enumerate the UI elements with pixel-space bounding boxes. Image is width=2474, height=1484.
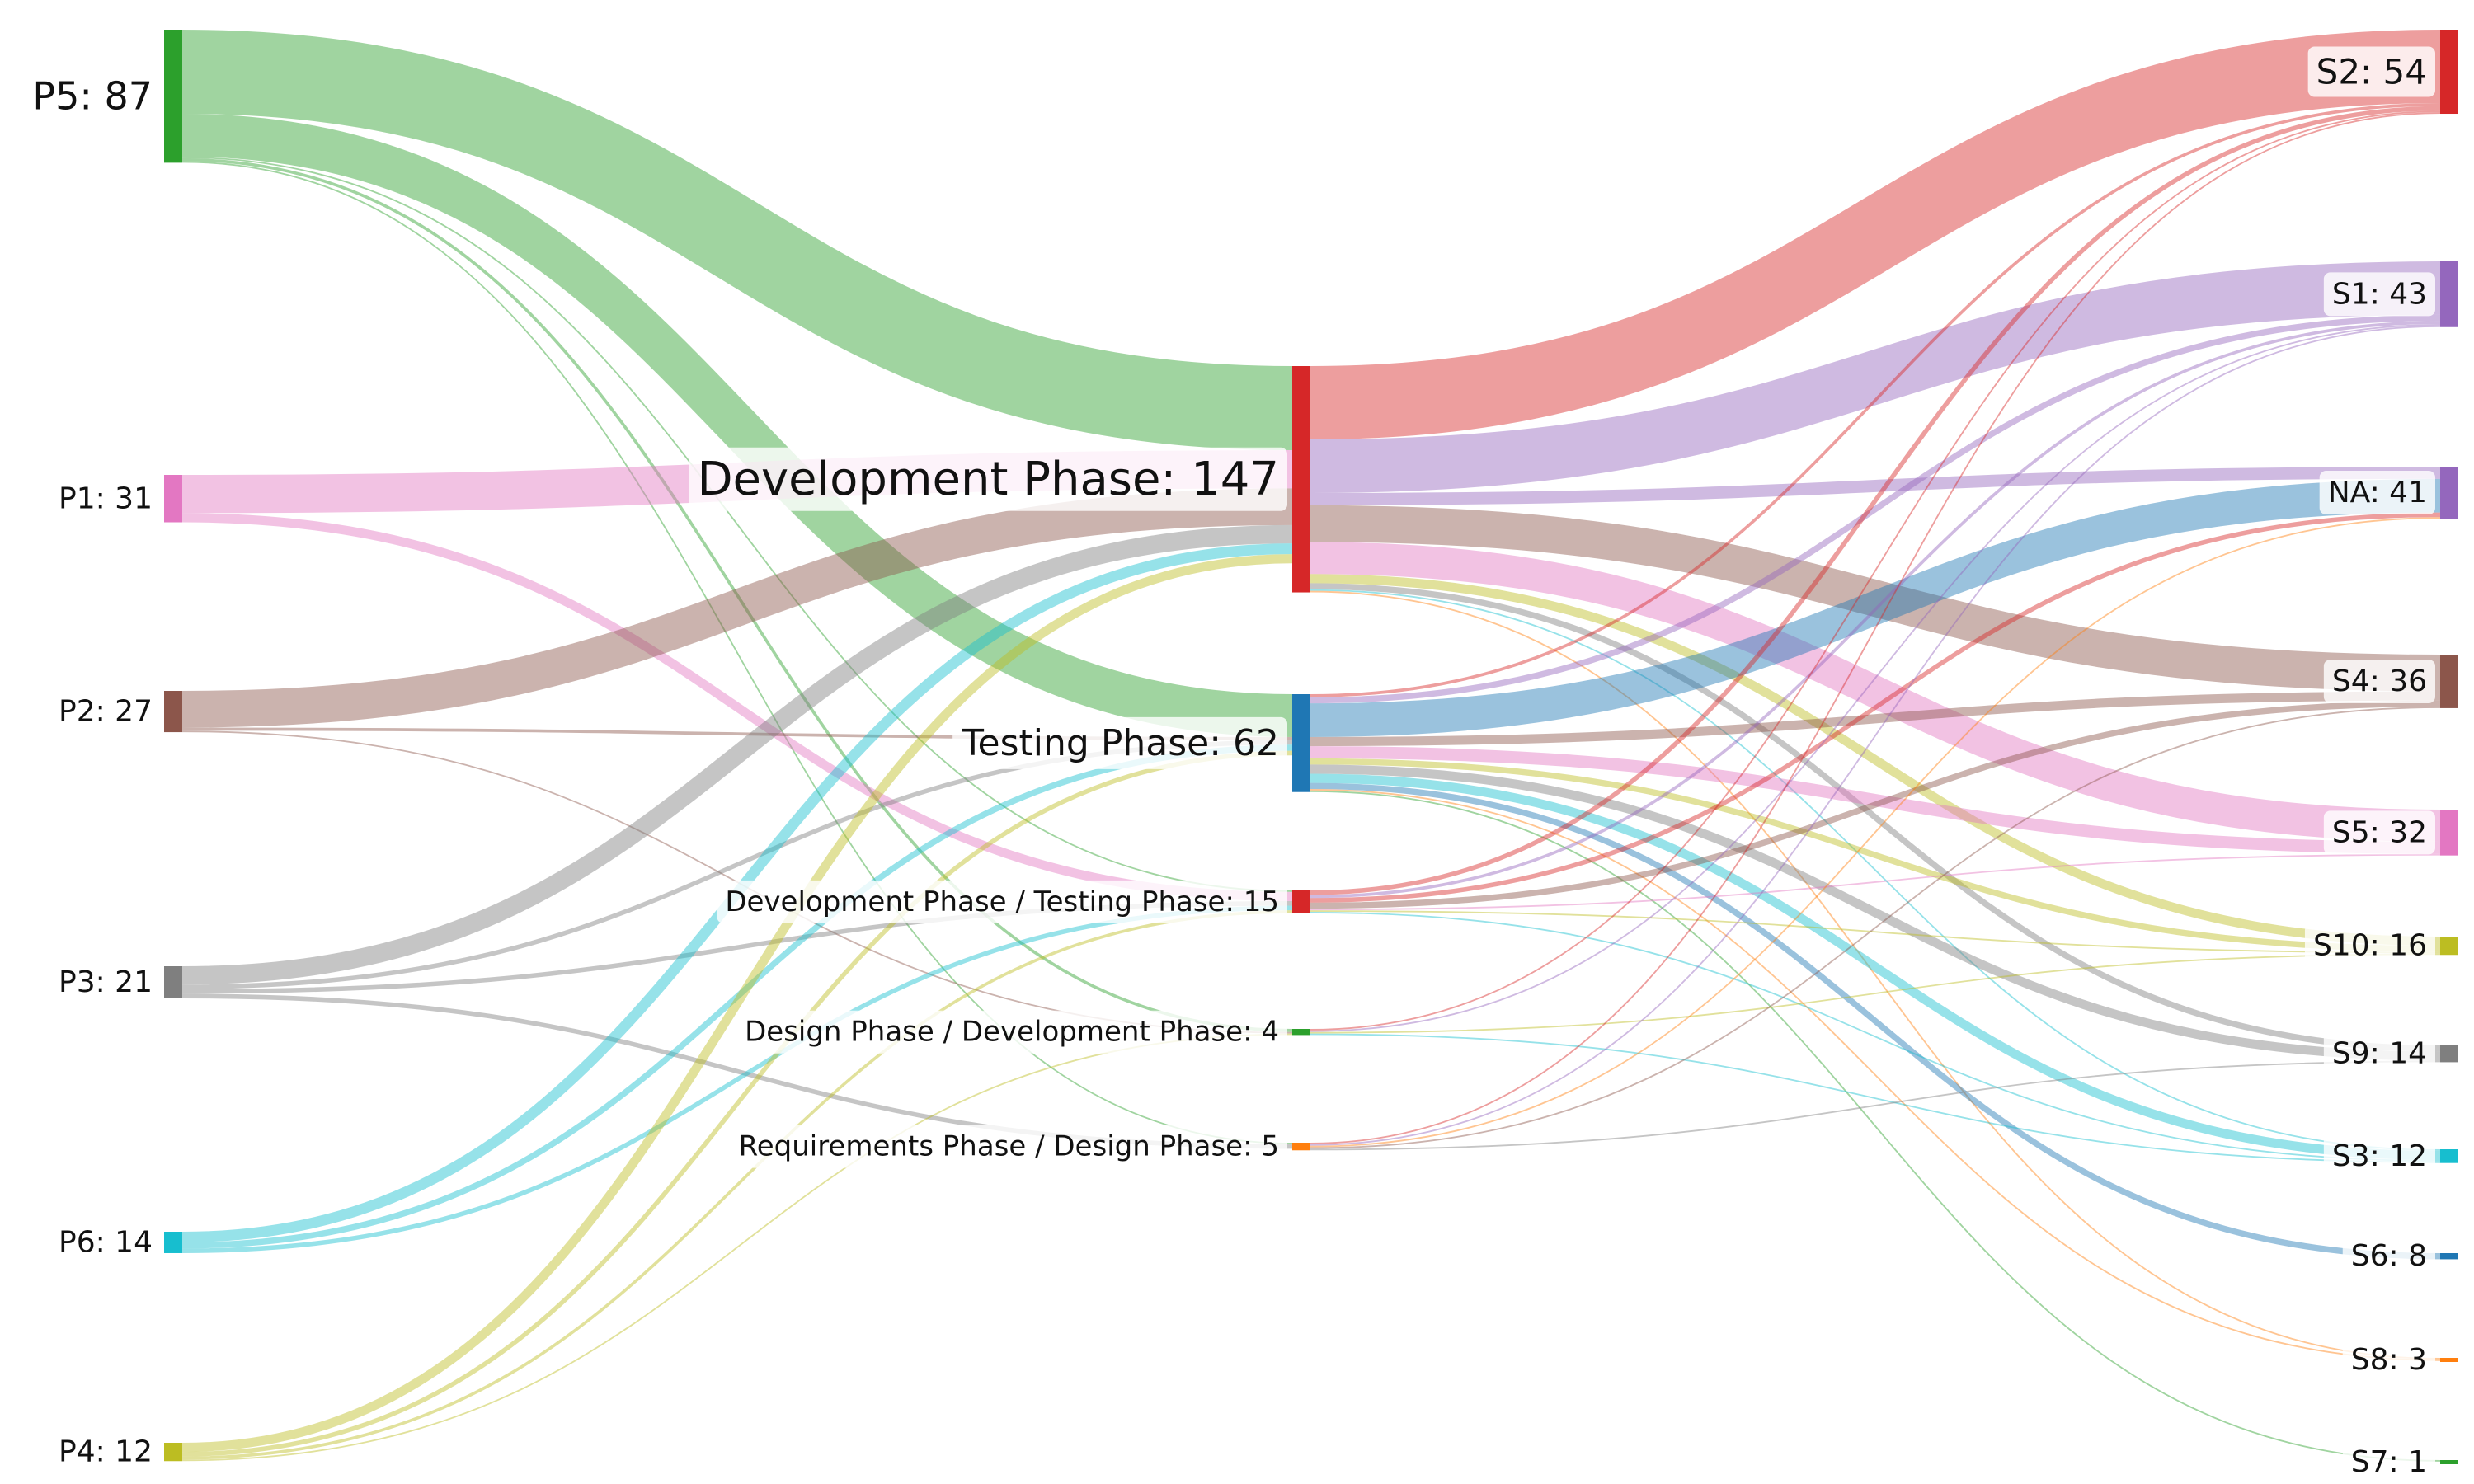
node-bar-s10 bbox=[2440, 937, 2458, 956]
node-label-p2: P2: 27 bbox=[50, 689, 161, 734]
node-label-s7: S7: 1 bbox=[2342, 1440, 2435, 1484]
node-label-text-s3: S3: 12 bbox=[2332, 1139, 2427, 1173]
node-label-desdev: Design Phase / Development Phase: 4 bbox=[736, 1010, 1287, 1054]
node-label-text-p4: P4: 12 bbox=[59, 1435, 153, 1469]
node-label-p1: P1: 31 bbox=[50, 477, 161, 521]
node-label-text-s1: S1: 43 bbox=[2332, 277, 2427, 311]
node-bar-p6 bbox=[164, 1232, 182, 1253]
node-label-s9: S9: 14 bbox=[2323, 1031, 2435, 1076]
node-label-text-desdev: Design Phase / Development Phase: 4 bbox=[745, 1016, 1279, 1049]
node-bar-s6 bbox=[2440, 1253, 2458, 1260]
node-label-text-test: Testing Phase: 62 bbox=[961, 722, 1279, 764]
node-bar-s8 bbox=[2440, 1358, 2458, 1362]
node-label-p5: P5: 87 bbox=[24, 68, 161, 124]
node-label-p6: P6: 14 bbox=[50, 1220, 161, 1265]
node-bar-p4 bbox=[164, 1443, 182, 1462]
node-label-text-reqdes: Requirements Phase / Design Phase: 5 bbox=[739, 1130, 1279, 1163]
link-l-p5-dev bbox=[181, 30, 1293, 451]
link-r-devtest-s3 bbox=[1310, 911, 2441, 1162]
node-label-na: NA: 41 bbox=[2319, 471, 2435, 515]
node-label-text-devtest: Development Phase / Testing Phase: 15 bbox=[725, 885, 1279, 918]
link-r-test-s7 bbox=[1310, 790, 2441, 1462]
node-bar-s3 bbox=[2440, 1149, 2458, 1163]
node-bar-s4 bbox=[2440, 655, 2458, 708]
node-label-text-s9: S9: 14 bbox=[2332, 1037, 2427, 1071]
node-label-text-na: NA: 41 bbox=[2328, 476, 2427, 510]
node-label-text-s5: S5: 32 bbox=[2332, 815, 2427, 849]
node-bar-desdev bbox=[1292, 1029, 1310, 1036]
node-label-text-p2: P2: 27 bbox=[59, 695, 153, 729]
node-bar-s7 bbox=[2440, 1460, 2458, 1464]
node-bar-test bbox=[1292, 694, 1310, 792]
links-layer bbox=[181, 30, 2441, 1462]
node-bar-devtest bbox=[1292, 890, 1310, 913]
node-label-test: Testing Phase: 62 bbox=[952, 716, 1287, 769]
node-label-s2: S2: 54 bbox=[2307, 46, 2435, 97]
link-l-p4-desdev bbox=[181, 1033, 1293, 1462]
node-label-text-p5: P5: 87 bbox=[32, 74, 153, 119]
sankey-chart: P5: 87 P1: 31 P2: 27 P3: 21 P6: 14 P4: 12 Deve… bbox=[24, 30, 2458, 1484]
node-bar-s9 bbox=[2440, 1045, 2458, 1063]
node-label-devtest: Development Phase / Testing Phase: 15 bbox=[717, 880, 1287, 923]
link-l-p4-test bbox=[181, 750, 1293, 1457]
node-label-dev: Development Phase: 147 bbox=[689, 447, 1287, 511]
node-bar-p3 bbox=[164, 966, 182, 998]
node-bar-na bbox=[2440, 467, 2458, 519]
node-label-text-s2: S2: 54 bbox=[2316, 52, 2427, 92]
node-label-s10: S10: 16 bbox=[2304, 923, 2435, 968]
node-bar-s5 bbox=[2440, 810, 2458, 856]
node-label-text-s7: S7: 1 bbox=[2351, 1445, 2427, 1479]
node-label-s5: S5: 32 bbox=[2323, 810, 2435, 855]
node-label-text-s4: S4: 36 bbox=[2332, 665, 2427, 698]
node-bar-p2 bbox=[164, 691, 182, 733]
node-label-text-p3: P3: 21 bbox=[59, 965, 153, 999]
node-label-s3: S3: 12 bbox=[2323, 1134, 2435, 1178]
node-label-s6: S6: 8 bbox=[2342, 1234, 2435, 1279]
node-label-s1: S1: 43 bbox=[2323, 272, 2435, 317]
node-label-s8: S8: 3 bbox=[2342, 1338, 2435, 1382]
node-bar-p5 bbox=[164, 30, 182, 163]
node-bar-reqdes bbox=[1292, 1143, 1310, 1151]
node-label-s4: S4: 36 bbox=[2323, 659, 2435, 703]
node-label-text-dev: Development Phase: 147 bbox=[697, 453, 1279, 506]
node-bar-dev bbox=[1292, 366, 1310, 593]
node-label-p3: P3: 21 bbox=[50, 960, 161, 1004]
node-bar-p1 bbox=[164, 475, 182, 523]
node-label-text-p6: P6: 14 bbox=[59, 1225, 153, 1259]
node-bar-s1 bbox=[2440, 261, 2458, 327]
node-bar-s2 bbox=[2440, 30, 2458, 115]
node-label-text-p1: P1: 31 bbox=[59, 481, 153, 515]
node-label-reqdes: Requirements Phase / Design Phase: 5 bbox=[730, 1125, 1287, 1168]
node-label-text-s10: S10: 16 bbox=[2313, 929, 2427, 963]
node-label-text-s8: S8: 3 bbox=[2351, 1343, 2427, 1377]
node-label-text-s6: S6: 8 bbox=[2351, 1239, 2427, 1273]
node-label-p4: P4: 12 bbox=[50, 1430, 161, 1474]
